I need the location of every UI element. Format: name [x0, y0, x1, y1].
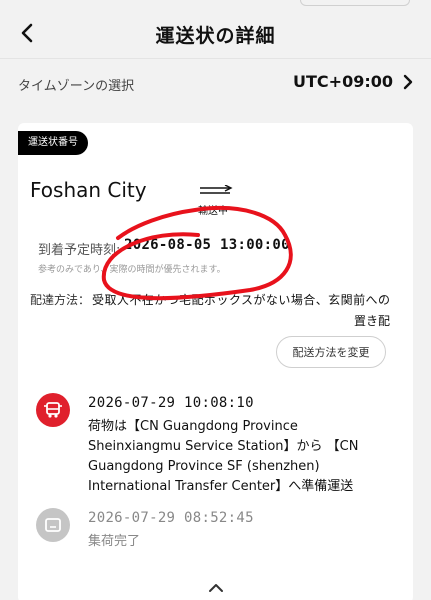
eta-label: 到着予定時刻: [38, 243, 121, 258]
arrow-right-icon [200, 185, 233, 194]
timezone-label: タイムゾーンの選択 [18, 79, 135, 94]
truck-icon [44, 402, 62, 418]
chevron-up-icon[interactable] [207, 581, 225, 595]
waybill-tag[interactable]: 運送状番号 [18, 131, 88, 155]
change-delivery-method-button[interactable]: 配送方法を変更 [276, 336, 386, 368]
event-time: 2026-07-29 08:52:45 [88, 510, 254, 526]
delivery-method-value: 受取人不在かつ宅配ボックスがない場合、玄関前への置き配 [92, 293, 390, 328]
shipment-card: 運送状番号 Foshan City 輸送中 到着予定時刻: 2026-08-05… [18, 123, 413, 600]
event-description: 荷物は【CN Guangdong Province Sheinxiangmu S… [88, 419, 359, 494]
event-description: 集荷完了 [88, 534, 141, 549]
origin-city: Foshan City [30, 178, 147, 202]
status-bar [0, 0, 431, 8]
event-status-dot [36, 508, 70, 542]
eta-note: 参考のみであり、実際の時間が優先されます。 [38, 265, 226, 275]
event-time: 2026-07-29 10:08:10 [88, 395, 254, 411]
package-icon [45, 518, 61, 532]
event-status-dot [36, 393, 70, 427]
status-bar-notch [300, 0, 410, 6]
timezone-selector[interactable]: タイムゾーンの選択 UTC+09:00 [0, 58, 431, 108]
chevron-right-icon [403, 74, 413, 90]
delivery-method-label: 配達方法： [30, 293, 91, 307]
eta-value: 2026-08-05 13:00:00 [124, 237, 290, 253]
header: 運送状の詳細 [0, 8, 431, 58]
page-title: 運送状の詳細 [155, 25, 276, 47]
timezone-value: UTC+09:00 [293, 72, 393, 91]
transit-status: 輸送中 [198, 206, 228, 217]
